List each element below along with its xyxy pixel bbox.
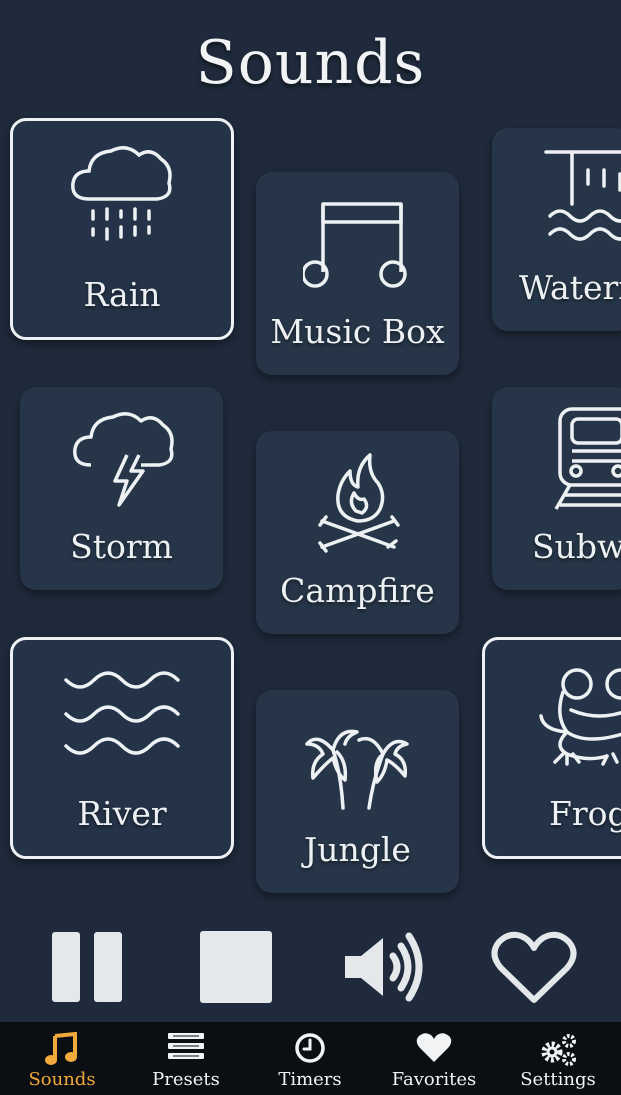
sound-label: Frog xyxy=(549,794,621,833)
nav-label: Timers xyxy=(278,1069,342,1090)
nav-label: Sounds xyxy=(28,1069,96,1090)
sound-label: Music Box xyxy=(270,312,445,351)
storm-cloud-icon xyxy=(72,412,174,507)
clock-icon xyxy=(295,1033,325,1063)
palm-trees-icon xyxy=(304,729,409,810)
gears-icon xyxy=(541,1034,576,1066)
rain-cloud-icon xyxy=(71,146,172,241)
heart-icon xyxy=(416,1033,452,1062)
sound-tile-river[interactable]: River xyxy=(10,637,234,859)
page-title: Sounds xyxy=(195,28,426,98)
nav-item-sounds[interactable]: Sounds xyxy=(0,1022,124,1095)
list-icon xyxy=(168,1033,204,1059)
sound-tile-subway[interactable]: Subw xyxy=(492,387,621,590)
sound-tile-music-box[interactable]: Music Box xyxy=(256,172,459,375)
playback-controls xyxy=(0,922,621,1012)
sound-tile-waterfall[interactable]: Waterf xyxy=(492,128,621,331)
sound-label: Waterf xyxy=(519,268,621,307)
sound-tile-campfire[interactable]: Campfire xyxy=(256,431,459,634)
sound-label: Rain xyxy=(83,275,161,314)
subway-train-icon xyxy=(554,407,621,510)
pause-icon[interactable] xyxy=(50,930,124,1004)
sound-label: Campfire xyxy=(280,571,435,610)
nav-item-settings[interactable]: Settings xyxy=(496,1022,620,1095)
speaker-volume-icon[interactable] xyxy=(343,930,427,1004)
nav-label: Presets xyxy=(152,1069,220,1090)
heart-outline-icon[interactable] xyxy=(491,930,577,1004)
waves-icon xyxy=(64,671,180,755)
sound-label: Jungle xyxy=(304,830,411,869)
nav-label: Favorites xyxy=(391,1069,477,1090)
frog-icon xyxy=(539,668,621,766)
sound-tile-rain[interactable]: Rain xyxy=(10,118,234,340)
sound-tile-storm[interactable]: Storm xyxy=(20,387,223,590)
music-note-icon xyxy=(45,1032,77,1065)
sound-tile-frog[interactable]: Frog xyxy=(482,637,621,859)
nav-item-presets[interactable]: Presets xyxy=(124,1022,248,1095)
sound-label: River xyxy=(77,794,167,833)
stop-icon[interactable] xyxy=(199,930,273,1004)
campfire-icon xyxy=(317,453,400,553)
nav-label: Settings xyxy=(520,1069,596,1090)
sound-label: Subw xyxy=(532,527,621,566)
music-note-icon xyxy=(302,202,407,288)
waterfall-icon xyxy=(544,150,621,241)
nav-item-favorites[interactable]: Favorites xyxy=(372,1022,496,1095)
bottom-nav: Sounds Presets Timers Favorites Settings xyxy=(0,1022,621,1095)
sound-tile-jungle[interactable]: Jungle xyxy=(256,690,459,893)
sound-label: Storm xyxy=(70,527,173,566)
nav-item-timers[interactable]: Timers xyxy=(248,1022,372,1095)
